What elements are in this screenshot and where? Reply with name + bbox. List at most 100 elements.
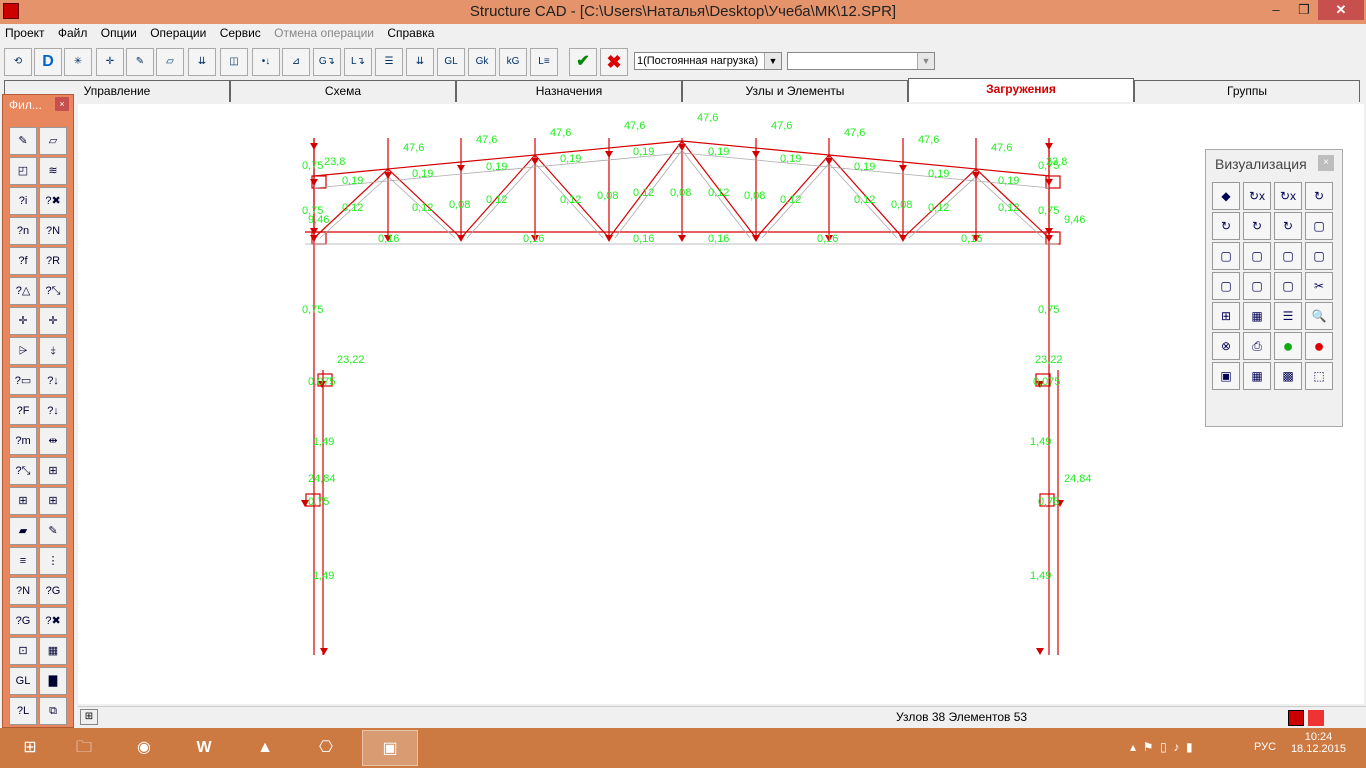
rotate-x-icon[interactable]: ↻x <box>1243 182 1271 210</box>
minimize-button[interactable]: – <box>1262 0 1290 20</box>
filter-info-icon[interactable]: ?i <box>9 187 37 215</box>
filter-n2-icon[interactable]: ?N <box>9 577 37 605</box>
pdf-icon[interactable]: ⎔ <box>298 730 354 766</box>
box-front-icon[interactable]: ▢ <box>1212 242 1240 270</box>
gl-icon[interactable]: GL <box>437 48 465 76</box>
axis-icon[interactable]: ⊿ <box>282 48 310 76</box>
menu-project[interactable]: Проект <box>0 24 50 42</box>
print-icon[interactable]: ⎙ <box>1243 332 1271 360</box>
secondary-select[interactable]: ▼ <box>787 52 935 70</box>
spring-icon[interactable]: ≋ <box>39 157 67 185</box>
chevron-down-icon[interactable]: ▼ <box>917 53 934 69</box>
node-icon[interactable]: ✛ <box>9 307 37 335</box>
filter-diag-icon[interactable]: ?⤡ <box>39 277 67 305</box>
explorer-icon[interactable]: 🗀 <box>56 730 112 766</box>
grid-icon[interactable]: ⊞ <box>39 457 67 485</box>
zoom-icon[interactable]: 🔍 <box>1305 302 1333 330</box>
grid-dense-icon[interactable]: ⊞ <box>39 487 67 515</box>
load-case-select[interactable]: 1(Постоянная нагрузка) ▼ <box>634 52 782 70</box>
rotate-icon[interactable]: ⟲ <box>4 48 32 76</box>
box-load-icon[interactable]: ▢ <box>1243 242 1271 270</box>
gk-icon[interactable]: Gk <box>468 48 496 76</box>
box-icon[interactable]: ▢ <box>1305 212 1333 240</box>
ok-icon[interactable]: ✔ <box>569 48 597 76</box>
gl-icon[interactable]: GL <box>9 667 37 695</box>
maximize-button[interactable]: ❐ <box>1290 0 1318 20</box>
tab-groups[interactable]: Группы <box>1134 80 1360 102</box>
visualization-close-button[interactable]: × <box>1318 155 1334 171</box>
dots-icon[interactable]: ⋮ <box>39 547 67 575</box>
beam-icon[interactable]: ◫ <box>220 48 248 76</box>
tab-loads[interactable]: Загружения <box>908 78 1134 102</box>
clock[interactable]: 10:24 18.12.2015 <box>1291 731 1346 755</box>
tab-nodes-elements[interactable]: Узлы и Элементы <box>682 80 908 102</box>
filter-arrow-icon[interactable]: ?⤡ <box>9 457 37 485</box>
brush-icon[interactable]: ▰ <box>9 517 37 545</box>
language-indicator[interactable]: РУС <box>1254 741 1276 753</box>
start-button[interactable]: ⊞ <box>0 730 60 766</box>
rotate-free-icon[interactable]: ↻ <box>1274 212 1302 240</box>
drawing-canvas[interactable]: 47,6 47,6 47,6 47,6 47,6 47,6 47,6 47,6 47,6 23,8… <box>78 104 1364 704</box>
autocad-icon[interactable]: ▲ <box>237 730 293 766</box>
structure-scheme[interactable]: 47,6 47,6 47,6 47,6 47,6 47,6 47,6 47,6 47,6 23,8… <box>78 104 1364 704</box>
tray-icons[interactable]: ▴ ⚑ ▯ ♪ ▮ <box>1130 740 1193 754</box>
menu-operations[interactable]: Операции <box>145 24 211 42</box>
filter-g2-icon[interactable]: ?G <box>9 607 37 635</box>
d-icon[interactable]: D <box>34 48 62 76</box>
filter-triangle-icon[interactable]: ?△ <box>9 277 37 305</box>
filter-r-icon[interactable]: ?R <box>39 247 67 275</box>
plane-icon[interactable]: ▱ <box>156 48 184 76</box>
load-icon[interactable]: ⇊ <box>188 48 216 76</box>
scad-taskbar-icon[interactable]: ▣ <box>362 730 418 766</box>
filter-nn-icon[interactable]: ?N <box>39 217 67 245</box>
pencil-icon[interactable]: ✎ <box>9 127 37 155</box>
node-load-icon[interactable]: •↓ <box>252 48 280 76</box>
node-mark-icon[interactable]: ✳ <box>64 48 92 76</box>
stack2-icon[interactable]: ⇊ <box>406 48 434 76</box>
filter-g-icon[interactable]: ?G <box>39 577 67 605</box>
status-red-icon[interactable] <box>1288 710 1304 726</box>
filter-l-icon[interactable]: ?L <box>9 697 37 725</box>
filter-beam-icon[interactable]: ?▭ <box>9 367 37 395</box>
cancel-icon[interactable]: ✖ <box>600 48 628 76</box>
layers-icon[interactable]: ≡ <box>9 547 37 575</box>
top-view-icon[interactable]: ◆ <box>1212 182 1240 210</box>
stack-icon[interactable]: ☰ <box>375 48 403 76</box>
pencil-icon[interactable]: ✎ <box>126 48 154 76</box>
node-icon[interactable]: ✛ <box>96 48 124 76</box>
chevron-down-icon[interactable]: ▼ <box>764 53 781 69</box>
rotate-y2-icon[interactable]: ↻ <box>1243 212 1271 240</box>
filter-x2-icon[interactable]: ?✖ <box>39 607 67 635</box>
filter-load-icon[interactable]: ?↓ <box>39 367 67 395</box>
table-icon[interactable]: ▦ <box>39 637 67 665</box>
g-load-icon[interactable]: G↴ <box>313 48 341 76</box>
chrome-icon[interactable]: ◉ <box>116 730 172 766</box>
menu-help[interactable]: Справка <box>382 24 439 42</box>
word-icon[interactable]: W <box>176 730 232 766</box>
menu-file[interactable]: Файл <box>53 24 93 42</box>
lf-icon[interactable]: L≡ <box>530 48 558 76</box>
tab-scheme[interactable]: Схема <box>230 80 456 102</box>
l-load-icon[interactable]: L↴ <box>344 48 372 76</box>
paint-icon[interactable]: ✎ <box>39 517 67 545</box>
cube-icon[interactable]: ◰ <box>9 157 37 185</box>
expand-icon[interactable]: ⊞ <box>80 709 98 725</box>
box-outline-icon[interactable]: ▢ <box>1305 242 1333 270</box>
bars-icon[interactable]: ▇ <box>39 667 67 695</box>
rotate-z-icon[interactable]: ↻ <box>1305 182 1333 210</box>
filter-moment-icon[interactable]: ?↓ <box>39 397 67 425</box>
red-dot-icon[interactable]: ● <box>1305 332 1333 360</box>
menu-options[interactable]: Опции <box>96 24 142 42</box>
filter-n-icon[interactable]: ?n <box>9 217 37 245</box>
stack-icon[interactable]: ⧉ <box>39 697 67 725</box>
green-dot-icon[interactable]: ● <box>1274 332 1302 360</box>
hide-icon[interactable]: ⊗ <box>1212 332 1240 360</box>
display-icon[interactable]: ▣ <box>1212 362 1240 390</box>
list-icon[interactable]: ☰ <box>1274 302 1302 330</box>
box-blue-icon[interactable]: ▢ <box>1243 272 1271 300</box>
plane-icon[interactable]: ⩥ <box>9 337 37 365</box>
grid-icon[interactable]: ▦ <box>1243 302 1271 330</box>
cut-icon[interactable]: ✂ <box>1305 272 1333 300</box>
status-cube-icon[interactable] <box>1308 710 1324 726</box>
box-solid-icon[interactable]: ▢ <box>1212 272 1240 300</box>
